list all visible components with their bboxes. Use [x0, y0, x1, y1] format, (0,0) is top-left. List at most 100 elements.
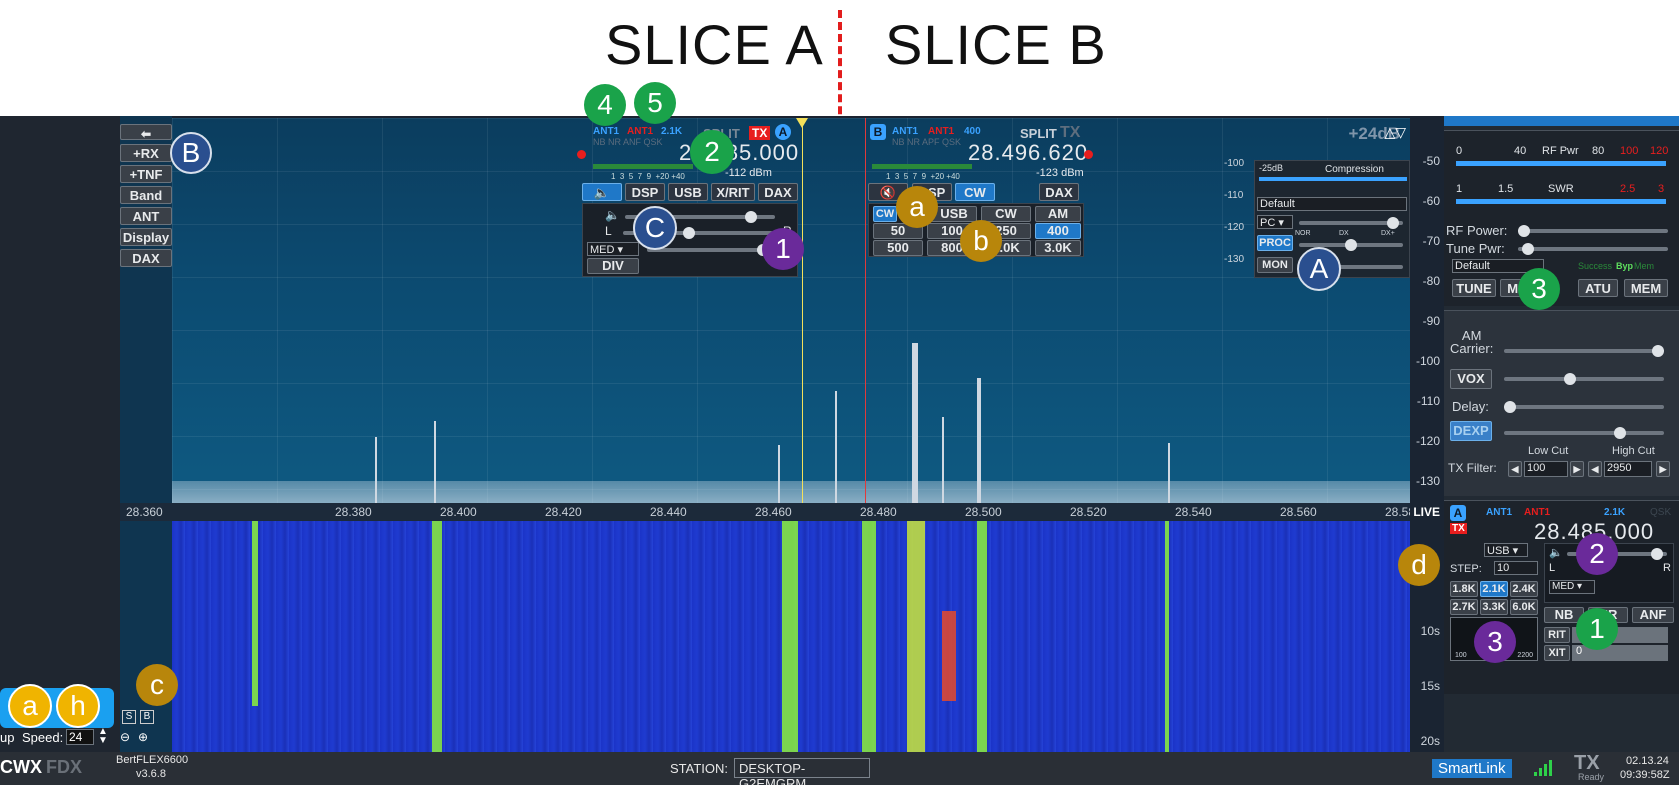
slider-knob[interactable]: [1522, 243, 1534, 255]
rf-power-slider[interactable]: [1518, 225, 1668, 237]
slice-b-filter-400[interactable]: 400: [1035, 223, 1081, 239]
high-cut-input[interactable]: 2950: [1604, 461, 1652, 477]
am-carrier-slider[interactable]: [1504, 345, 1664, 357]
slice-b-frequency[interactable]: 28.496.620: [968, 140, 1088, 166]
tx-profile-select[interactable]: Default: [1257, 197, 1407, 211]
slice-a-marker-icon[interactable]: [796, 118, 808, 128]
mini-filter-2-1k[interactable]: 2.1K: [1480, 581, 1508, 597]
mini-step-input[interactable]: 10: [1494, 561, 1538, 575]
dax-button[interactable]: DAX: [120, 249, 172, 267]
zoom-out-icon[interactable]: ⊖: [120, 730, 130, 744]
mini-filter-1-8k[interactable]: 1.8K: [1450, 581, 1478, 597]
slice-b-filter-3k[interactable]: 3.0K: [1035, 240, 1081, 256]
mini-filter-2-4k[interactable]: 2.4K: [1510, 581, 1538, 597]
slice-b-record-icon[interactable]: [1084, 150, 1093, 159]
band-button[interactable]: Band: [120, 186, 172, 204]
vox-slider[interactable]: [1504, 373, 1664, 385]
slice-a-dsp-tab[interactable]: DSP: [625, 183, 665, 201]
tune-button[interactable]: TUNE: [1452, 279, 1496, 297]
right-panel-tabs[interactable]: [1444, 116, 1679, 126]
station-field[interactable]: DESKTOP-G2EMGRM: [734, 758, 870, 785]
slider-knob[interactable]: [1504, 401, 1516, 413]
proc-button[interactable]: PROC: [1257, 235, 1293, 251]
slice-b-split[interactable]: SPLIT: [1020, 126, 1057, 141]
mem-button[interactable]: MEM: [1624, 279, 1668, 297]
slice-a-rx-ant[interactable]: ANT1: [593, 126, 619, 137]
slider-knob[interactable]: [1651, 548, 1663, 560]
slice-a-tx-badge[interactable]: TX: [749, 126, 771, 140]
slider-knob[interactable]: [1345, 239, 1357, 251]
cwx-up[interactable]: up: [0, 730, 14, 745]
slice-a-record-icon[interactable]: [577, 150, 586, 159]
ant-button[interactable]: ANT: [120, 207, 172, 225]
slice-b-dax-tab[interactable]: DAX: [1039, 183, 1079, 201]
dexp-button[interactable]: DEXP: [1450, 421, 1492, 441]
add-rx-button[interactable]: +RX: [120, 144, 172, 162]
zoom-in-icon[interactable]: ⊕: [138, 730, 148, 744]
add-tnf-button[interactable]: +TNF: [120, 165, 172, 183]
slice-a-div-button[interactable]: DIV: [587, 258, 639, 274]
mini-rit-button[interactable]: RIT: [1544, 627, 1570, 643]
mon-button[interactable]: MON: [1257, 257, 1293, 273]
smartlink-badge[interactable]: SmartLink: [1432, 759, 1512, 778]
slider-knob[interactable]: [1652, 345, 1664, 357]
collapse-arrow-button[interactable]: ⬅: [120, 124, 172, 141]
slider-knob[interactable]: [1564, 373, 1576, 385]
mini-rx-ant[interactable]: ANT1: [1486, 507, 1512, 518]
mic-source-select[interactable]: PC ▾: [1257, 215, 1293, 229]
mini-mode-select[interactable]: USB ▾: [1484, 543, 1528, 557]
cwx-s-button[interactable]: S: [122, 710, 136, 724]
slider-knob[interactable]: [1614, 427, 1626, 439]
slider-knob[interactable]: [1518, 225, 1530, 237]
tune-pwr-slider[interactable]: [1518, 243, 1668, 255]
slice-a-xrit-tab[interactable]: X/RIT: [711, 183, 755, 201]
mic-level-slider[interactable]: [1299, 217, 1403, 229]
display-button[interactable]: Display: [120, 228, 172, 246]
mini-filter-3-3k[interactable]: 3.3K: [1480, 599, 1508, 615]
slice-b-filter-500[interactable]: 500: [873, 240, 923, 256]
mini-tx-badge[interactable]: TX: [1450, 523, 1467, 534]
slider-knob[interactable]: [745, 211, 757, 223]
mini-filter-2-7k[interactable]: 2.7K: [1450, 599, 1478, 615]
zoom-triangles-icon[interactable]: △▽: [1384, 124, 1406, 141]
slider-knob[interactable]: [1387, 217, 1399, 229]
waterfall-display[interactable]: [172, 521, 1410, 752]
mini-tx-ant[interactable]: ANT1: [1524, 507, 1550, 518]
low-cut-increment[interactable]: ▶: [1570, 461, 1584, 477]
low-cut-decrement[interactable]: ◀: [1508, 461, 1522, 477]
slice-a-agc-select[interactable]: MED ▾: [587, 242, 639, 256]
eq-dx: DX: [1339, 230, 1349, 237]
mini-agc-select[interactable]: MED ▾: [1549, 580, 1595, 594]
fdx-label[interactable]: FDX: [46, 757, 82, 778]
slider-knob[interactable]: [683, 227, 695, 239]
mini-anf-button[interactable]: ANF: [1632, 607, 1674, 623]
mini-filter-6-0k[interactable]: 6.0K: [1510, 599, 1538, 615]
cwx-label[interactable]: CWX: [0, 757, 42, 778]
slice-b-mode-cw2[interactable]: CW: [981, 206, 1031, 222]
slice-b-mode-cw[interactable]: CW: [873, 206, 897, 222]
slice-a-audio-tab[interactable]: 🔈: [582, 183, 622, 201]
slice-b-tx-ant[interactable]: ANT1: [928, 126, 954, 137]
frequency-scale[interactable]: 28.360 28.380 28.400 28.420 28.440 28.46…: [120, 503, 1422, 521]
dexp-slider[interactable]: [1504, 427, 1664, 439]
high-cut-increment[interactable]: ▶: [1656, 461, 1670, 477]
atu-button[interactable]: ATU: [1578, 279, 1618, 297]
db-tick: -50: [1422, 154, 1440, 168]
slice-b-rx-ant[interactable]: ANT1: [892, 126, 918, 137]
db-axis[interactable]: -50 -60 -70 -80 -90 -100 -110 -120 -130 …: [1410, 118, 1444, 752]
slice-a-dax-tab[interactable]: DAX: [758, 183, 798, 201]
high-cut-label: High Cut: [1612, 445, 1655, 457]
vox-button[interactable]: VOX: [1450, 369, 1492, 389]
delay-slider[interactable]: [1504, 401, 1664, 413]
slice-a-mode-tab[interactable]: USB: [668, 183, 708, 201]
slice-b-mode-am[interactable]: AM: [1035, 206, 1081, 222]
high-cut-decrement[interactable]: ◀: [1588, 461, 1602, 477]
slice-b-mode-tab[interactable]: CW: [955, 183, 995, 201]
cwx-b-button[interactable]: B: [140, 710, 154, 724]
slice-a-tx-ant[interactable]: ANT1: [627, 126, 653, 137]
cwx-speed-input[interactable]: 24: [66, 729, 94, 745]
slice-a-agc-slider[interactable]: [647, 244, 777, 256]
mini-xit-button[interactable]: XIT: [1544, 645, 1570, 661]
cwx-speed-stepper[interactable]: ▲ ▼: [98, 727, 108, 746]
low-cut-input[interactable]: 100: [1524, 461, 1568, 477]
